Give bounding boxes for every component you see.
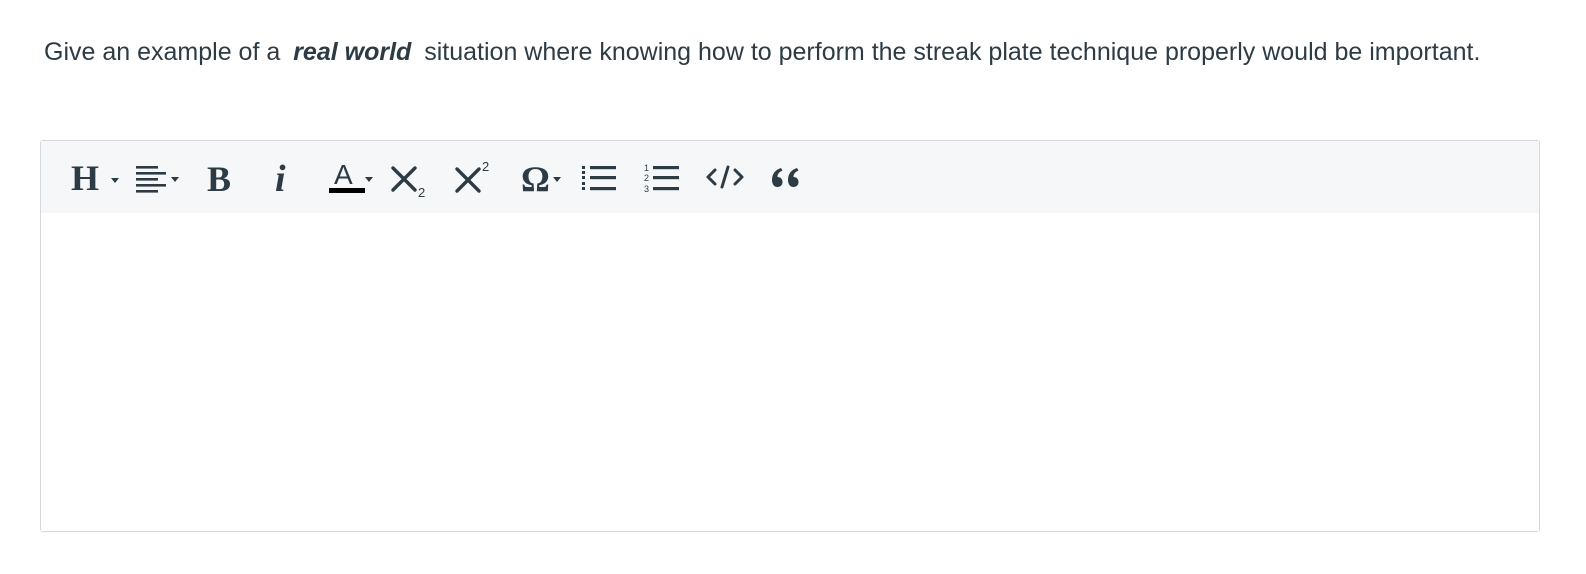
question-text-after: situation where knowing how to perform t… [424,38,1481,66]
italic-icon: i [275,158,286,199]
svg-text:B: B [207,159,231,199]
numbered-list-button[interactable]: 1 2 3 [639,155,685,199]
align-dropdown-button[interactable] [133,155,189,199]
svg-text:Ω: Ω [521,159,550,199]
omega-icon: Ω [521,159,561,199]
italic-button[interactable]: i [263,155,303,199]
heading-icon: H [71,158,119,198]
subscript-icon: 2 [391,166,425,199]
svg-text:2: 2 [644,173,649,183]
svg-text:i: i [275,158,286,199]
quote-icon [772,168,799,187]
bulleted-list-icon [582,166,616,191]
question-prompt: Give an example of a real world situatio… [44,30,1514,75]
blockquote-button[interactable] [765,155,809,199]
svg-text:H: H [71,158,99,198]
bold-icon: B [207,159,231,199]
text-color-dropdown-button[interactable]: A [325,155,379,199]
bulleted-list-button[interactable] [577,155,621,199]
heading-dropdown-button[interactable]: H [69,155,125,199]
code-button[interactable] [703,155,747,199]
rich-text-editor: H B i A 2 2 Ω 1 2 3 [40,140,1540,532]
text-color-icon: A [329,159,373,193]
editor-content-area[interactable] [41,213,1539,531]
superscript-icon: 2 [455,159,489,193]
subscript-button[interactable]: 2 [387,155,433,199]
align-left-icon [136,166,179,193]
editor-toolbar: H B i A 2 2 Ω 1 2 3 [41,141,1539,214]
special-characters-dropdown-button[interactable]: Ω [517,155,569,199]
svg-text:2: 2 [482,159,489,174]
svg-text:A: A [334,159,353,190]
question-emphasis: real world [293,38,412,66]
svg-text:1: 1 [644,163,649,173]
bold-button[interactable]: B [201,155,241,199]
svg-text:2: 2 [418,185,425,199]
question-text-before: Give an example of a [44,38,281,66]
code-icon [706,165,744,189]
superscript-button[interactable]: 2 [451,155,497,199]
svg-text:3: 3 [644,184,649,194]
numbered-list-icon: 1 2 3 [644,163,679,194]
